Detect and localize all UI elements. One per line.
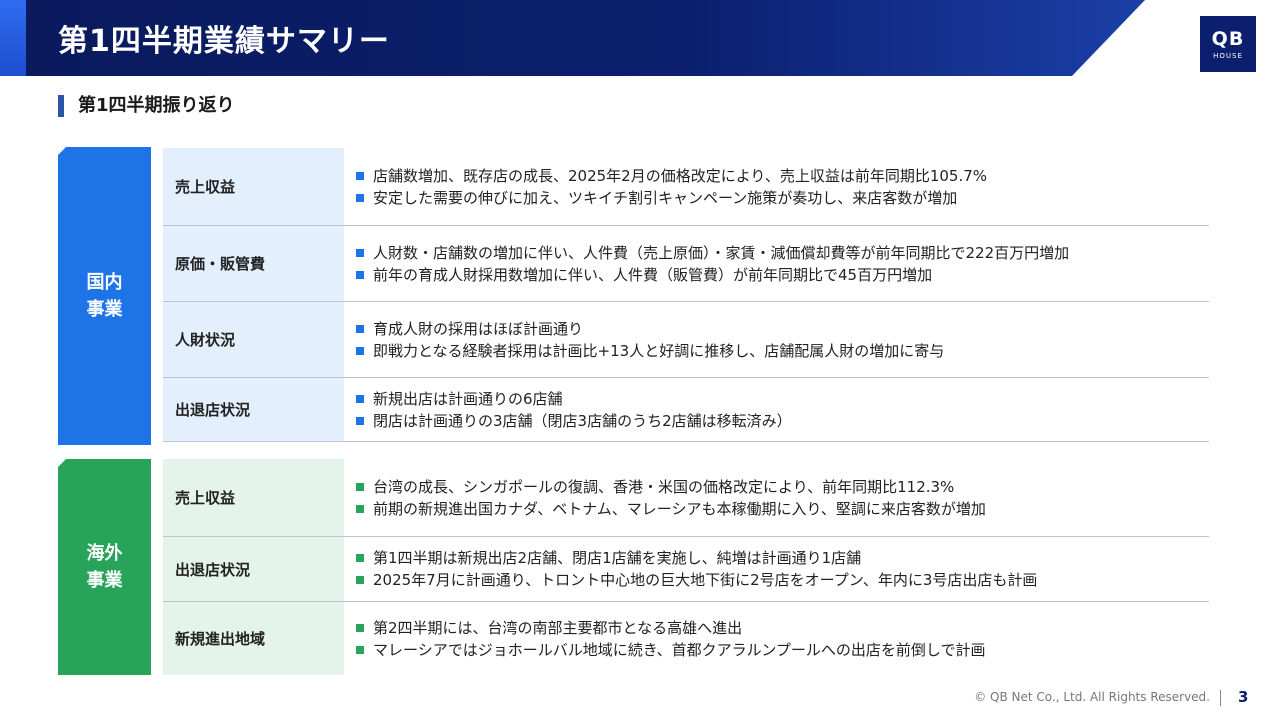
list-item: 台湾の成長、シンガポールの復調、香港・米国の価格改定により、前年同期比112.3… [356, 476, 1209, 498]
domestic-row-cost: 原価・販管費 人財数・店舗数の増加に伴い、人件費（売上原価）・家賃・減価償却費等… [163, 226, 1209, 302]
bullet-square-icon [356, 248, 364, 257]
overseas-business-tab: 海外 事業 [58, 459, 151, 675]
bullet-square-icon [356, 394, 364, 403]
row-content: 第1四半期は新規出店2店舗、閉店1店舗を実施し、純増は計画通り1店舗 2025年… [356, 537, 1209, 601]
domestic-tab-line-2: 事業 [86, 299, 123, 320]
list-item: 育成人財の採用はほぼ計画通り [356, 318, 1209, 340]
row-label: 人財状況 [163, 302, 344, 377]
row-label: 新規進出地域 [163, 602, 344, 675]
page-title: 第1四半期業績サマリー [58, 24, 390, 59]
bullet-square-icon [356, 324, 364, 333]
overseas-row-new-regions: 新規進出地域 第2四半期には、台湾の南部主要都市となる高雄へ進出 マレーシアでは… [163, 602, 1209, 675]
domestic-tab-line-1: 国内 [86, 272, 123, 293]
section-heading: 第1四半期振り返り [58, 95, 235, 117]
row-content: 第2四半期には、台湾の南部主要都市となる高雄へ進出 マレーシアではジョホールバル… [356, 602, 1209, 675]
bullet-square-icon [356, 193, 364, 202]
list-item: 2025年7月に計画通り、トロント中心地の巨大地下街に2号店をオープン、年内に3… [356, 569, 1209, 591]
page-number: 3 [1238, 688, 1249, 706]
list-item: 前期の新規進出国カナダ、ベトナム、マレーシアも本稼働期に入り、堅調に来店客数が増… [356, 498, 1209, 520]
row-label: 出退店状況 [163, 378, 344, 441]
overseas-row-revenue: 売上収益 台湾の成長、シンガポールの復調、香港・米国の価格改定により、前年同期比… [163, 459, 1209, 537]
row-content: 新規出店は計画通りの6店舗 閉店は計画通りの3店舗（閉店3店舗のうち2店舗は移転… [356, 378, 1209, 441]
domestic-row-revenue: 売上収益 店舗数増加、既存店の成長、2025年2月の価格改定により、売上収益は前… [163, 148, 1209, 226]
domestic-row-stores: 出退店状況 新規出店は計画通りの6店舗 閉店は計画通りの3店舗（閉店3店舗のうち… [163, 378, 1209, 442]
row-label: 売上収益 [163, 148, 344, 225]
domestic-business-tab: 国内 事業 [58, 147, 151, 445]
bullet-square-icon [356, 171, 364, 180]
bullet-square-icon [356, 346, 364, 355]
header-accent [0, 0, 26, 76]
overseas-row-stores: 出退店状況 第1四半期は新規出店2店舗、閉店1店舗を実施し、純増は計画通り1店舗… [163, 537, 1209, 602]
list-item: 安定した需要の伸びに加え、ツキイチ割引キャンペーン施策が奏功し、来店客数が増加 [356, 187, 1209, 209]
bullet-square-icon [356, 416, 364, 425]
bullet-square-icon [356, 645, 364, 654]
row-content: 台湾の成長、シンガポールの復調、香港・米国の価格改定により、前年同期比112.3… [356, 459, 1209, 536]
bullet-square-icon [356, 504, 364, 513]
bullet-square-icon [356, 482, 364, 491]
list-item: 即戦力となる経験者採用は計画比+13人と好調に推移し、店舗配属人財の増加に寄与 [356, 340, 1209, 362]
bullet-square-icon [356, 270, 364, 279]
list-item: 第1四半期は新規出店2店舗、閉店1店舗を実施し、純増は計画通り1店舗 [356, 547, 1209, 569]
overseas-tab-line-2: 事業 [86, 570, 123, 591]
row-label: 売上収益 [163, 459, 344, 536]
bullet-square-icon [356, 576, 364, 584]
row-content: 育成人財の採用はほぼ計画通り 即戦力となる経験者採用は計画比+13人と好調に推移… [356, 302, 1209, 377]
list-item: 新規出店は計画通りの6店舗 [356, 388, 1209, 410]
list-item: マレーシアではジョホールバル地域に続き、首都クアラルンプールへの出店を前倒しで計… [356, 639, 1209, 661]
list-item: 閉店は計画通りの3店舗（閉店3店舗のうち2店舗は移転済み） [356, 410, 1209, 432]
list-item: 店舗数増加、既存店の成長、2025年2月の価格改定により、売上収益は前年同期比1… [356, 165, 1209, 187]
overseas-tab-line-1: 海外 [86, 543, 123, 564]
list-item: 第2四半期には、台湾の南部主要都市となる高雄へ進出 [356, 617, 1209, 639]
bullet-square-icon [356, 554, 364, 562]
qb-house-logo: QB HOUSE [1200, 16, 1256, 72]
bullet-square-icon [356, 623, 364, 632]
list-item: 人財数・店舗数の増加に伴い、人件費（売上原価）・家賃・減価償却費等が前年同期比で… [356, 242, 1209, 264]
row-label: 原価・販管費 [163, 226, 344, 301]
copyright: © QB Net Co., Ltd. All Rights Reserved. [974, 690, 1210, 704]
domestic-row-staff: 人財状況 育成人財の採用はほぼ計画通り 即戦力となる経験者採用は計画比+13人と… [163, 302, 1209, 378]
logo-sub-text: HOUSE [1213, 52, 1243, 60]
list-item: 前年の育成人財採用数増加に伴い、人件費（販管費）が前年同期比で45百万円増加 [356, 264, 1209, 286]
header: 第1四半期業績サマリー QB HOUSE [0, 0, 1280, 76]
row-label: 出退店状況 [163, 537, 344, 601]
row-content: 人財数・店舗数の増加に伴い、人件費（売上原価）・家賃・減価償却費等が前年同期比で… [356, 226, 1209, 301]
footer-divider [1220, 690, 1221, 706]
row-content: 店舗数増加、既存店の成長、2025年2月の価格改定により、売上収益は前年同期比1… [356, 148, 1209, 225]
logo-main-text: QB [1211, 28, 1245, 50]
